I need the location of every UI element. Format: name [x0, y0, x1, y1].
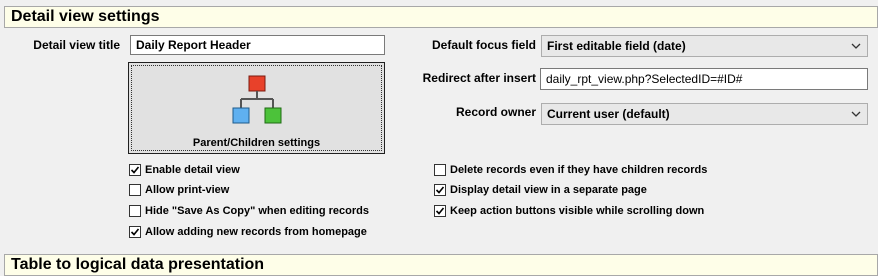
default-focus-label: Default focus field [431, 38, 536, 52]
checkbox-label: Delete records even if they have childre… [450, 164, 708, 176]
detail-view-title-label: Detail view title [33, 38, 120, 52]
checkbox-box[interactable] [129, 205, 141, 217]
default-focus-select[interactable]: First editable field (date) [541, 35, 868, 57]
checkmark-icon [130, 228, 140, 236]
checkbox-label: Hide "Save As Copy" when editing records [145, 205, 369, 217]
checkbox-label: Keep action buttons visible while scroll… [450, 205, 705, 217]
checkbox-box[interactable] [129, 184, 141, 196]
detail-view-title-input[interactable]: Daily Report Header [130, 35, 385, 55]
checkmark-icon [130, 166, 140, 174]
record-owner-select[interactable]: Current user (default) [541, 103, 868, 125]
chevron-down-icon [851, 43, 861, 49]
enable-detail-view-checkbox[interactable]: Enable detail view [129, 163, 240, 177]
next-section-title: Table to logical data presentation [4, 254, 878, 276]
delete-with-children-checkbox[interactable]: Delete records even if they have childre… [434, 163, 707, 177]
checkbox-label: Allow print-view [145, 184, 230, 196]
redirect-input[interactable]: daily_rpt_view.php?SelectedID=#ID# [540, 68, 868, 90]
default-focus-value: First editable field (date) [547, 39, 686, 53]
parent-children-button-label: Parent/Children settings [192, 137, 321, 149]
allow-print-view-checkbox[interactable]: Allow print-view [129, 183, 229, 197]
section-title: Detail view settings [4, 6, 878, 28]
checkbox-box[interactable] [129, 226, 141, 238]
parent-children-settings-button[interactable]: Parent/Children settings [128, 62, 385, 154]
checkbox-label: Enable detail view [145, 164, 240, 176]
checkbox-box[interactable] [434, 164, 446, 176]
checkbox-label: Display detail view in a separate page [450, 184, 647, 196]
hierarchy-icon [232, 75, 282, 124]
chevron-down-icon [851, 111, 861, 117]
separate-page-checkbox[interactable]: Display detail view in a separate page [434, 183, 647, 197]
checkbox-box[interactable] [434, 184, 446, 196]
allow-adding-from-homepage-checkbox[interactable]: Allow adding new records from homepage [129, 225, 367, 239]
redirect-label: Redirect after insert [422, 71, 536, 85]
checkmark-icon [435, 207, 445, 215]
checkmark-icon [435, 186, 445, 194]
record-owner-label: Record owner [455, 105, 536, 119]
checkbox-label: Allow adding new records from homepage [145, 226, 367, 238]
record-owner-value: Current user (default) [547, 107, 670, 121]
checkbox-box[interactable] [434, 205, 446, 217]
checkbox-box[interactable] [129, 164, 141, 176]
hide-save-as-copy-checkbox[interactable]: Hide "Save As Copy" when editing records [129, 204, 369, 218]
keep-action-buttons-checkbox[interactable]: Keep action buttons visible while scroll… [434, 204, 704, 218]
